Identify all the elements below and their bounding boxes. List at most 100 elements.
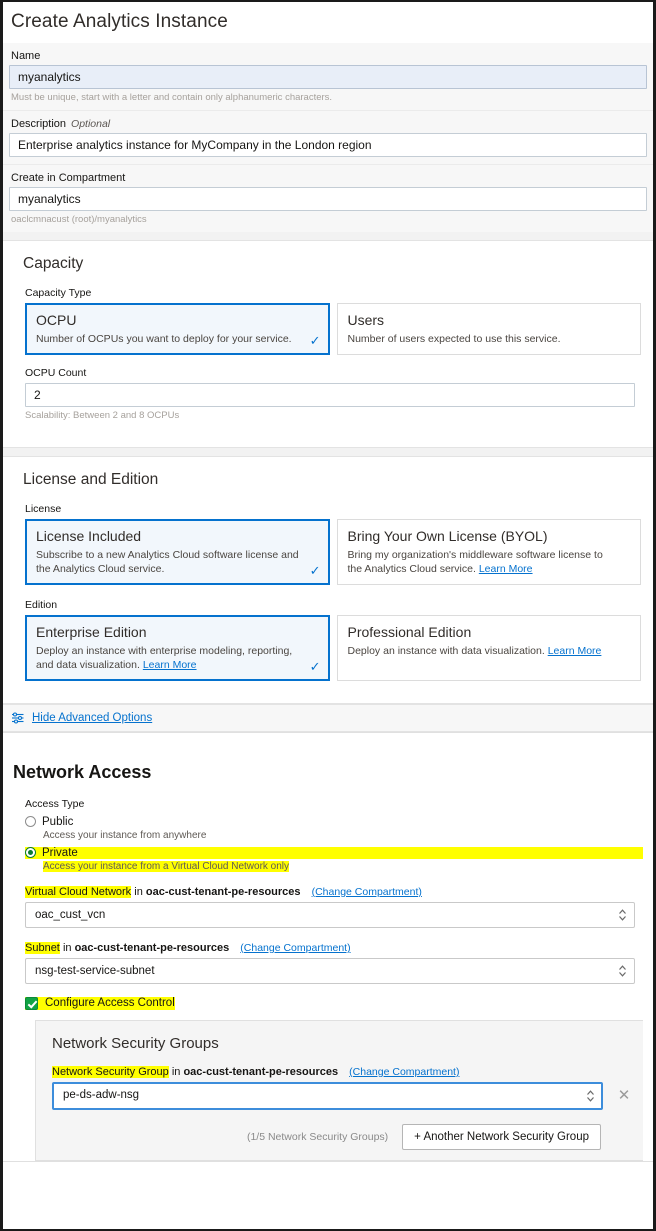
edition-tile-professional-desc: Deploy an instance with data visualizati… <box>348 644 631 658</box>
capacity-tile-ocpu-title: OCPU <box>36 312 77 328</box>
name-input[interactable] <box>9 65 647 89</box>
compartment-input[interactable] <box>9 187 647 211</box>
capacity-type-tiles: OCPU Number of OCPUs you want to deploy … <box>25 303 641 355</box>
license-tile-included[interactable]: License Included Subscribe to a new Anal… <box>25 519 330 585</box>
remove-nsg-icon[interactable]: ✕ <box>615 1087 633 1105</box>
nsg-change-compartment-link[interactable]: (Change Compartment) <box>349 1066 459 1078</box>
add-another-nsg-button[interactable]: + Another Network Security Group <box>402 1123 601 1150</box>
license-tile-included-title: License Included <box>36 528 142 544</box>
edition-tile-professional[interactable]: Professional Edition Deploy an instance … <box>336 615 641 681</box>
description-field-group: Description Optional <box>3 111 653 165</box>
compartment-path-text: oaclcmnacust (root)/myanalytics <box>11 214 147 225</box>
capacity-tile-users-desc: Number of users expected to use this ser… <box>347 333 561 345</box>
radio-private-icon[interactable] <box>25 847 36 859</box>
license-label: License <box>25 503 62 515</box>
capacity-tile-users-title: Users <box>347 312 385 328</box>
name-label: Name <box>11 50 41 62</box>
ocpu-count-help-text: Scalability: Between 2 and 8 OCPUs <box>25 410 180 421</box>
network-access-heading: Network Access <box>13 761 152 782</box>
access-type-private-label: Private <box>42 846 78 859</box>
check-icon: ✓ <box>309 563 321 578</box>
sliders-icon <box>11 712 25 724</box>
edition-tiles: Enterprise Edition Deploy an instance wi… <box>25 615 641 681</box>
network-access-section: Network Access Access Type Public Access… <box>3 732 653 1162</box>
edition-tile-professional-title: Professional Edition <box>347 624 472 640</box>
chevron-updown-icon <box>586 1089 595 1103</box>
configure-access-control-label: Configure Access Control <box>45 997 175 1010</box>
nsg-heading: Network Security Groups <box>52 1034 219 1052</box>
nsg-compartment-line: Network Security Group in oac-cust-tenan… <box>52 1065 633 1078</box>
description-label-text: Description <box>11 118 67 130</box>
nsg-count-text: (1/5 Network Security Groups) <box>246 1130 389 1143</box>
chevron-updown-icon <box>618 964 627 978</box>
ocpu-count-label: OCPU Count <box>25 367 87 379</box>
edition-tile-enterprise-title: Enterprise Edition <box>36 624 147 640</box>
nsg-in-word: in <box>171 1065 181 1078</box>
checkbox-checked-icon[interactable] <box>25 996 38 1010</box>
compartment-label: Create in Compartment <box>11 172 126 184</box>
subnet-label: Subnet <box>25 941 60 954</box>
license-tile-byol-title: Bring Your Own License (BYOL) <box>347 528 548 544</box>
nsg-select-wrapper: pe-ds-adw-nsg <box>52 1081 603 1110</box>
subnet-select-wrapper: nsg-test-service-subnet <box>25 957 635 984</box>
create-analytics-instance-page: Create Analytics Instance Name Must be u… <box>0 0 656 1231</box>
learn-more-link[interactable]: Learn More <box>548 645 602 657</box>
access-type-private-description: Access your instance from a Virtual Clou… <box>43 860 290 872</box>
check-icon: ✓ <box>309 659 321 674</box>
capacity-section: Capacity Capacity Type OCPU Number of OC… <box>3 240 653 448</box>
description-label: Description Optional <box>3 118 653 133</box>
capacity-tile-users[interactable]: Users Number of users expected to use th… <box>336 303 641 355</box>
section-gap-2 <box>3 448 653 456</box>
access-type-private-option[interactable]: Private <box>25 846 643 859</box>
name-field-group: Name Must be unique, start with a letter… <box>3 43 653 111</box>
network-security-groups-panel: Network Security Groups Network Security… <box>35 1019 643 1161</box>
description-optional-tag: Optional <box>71 118 111 130</box>
radio-public-icon[interactable] <box>25 816 36 828</box>
license-tile-byol[interactable]: Bring Your Own License (BYOL) Bring my o… <box>336 519 641 585</box>
license-tiles: License Included Subscribe to a new Anal… <box>25 519 641 585</box>
nsg-footer: (1/5 Network Security Groups) + Another … <box>52 1123 633 1150</box>
subnet-select[interactable]: nsg-test-service-subnet <box>25 957 635 984</box>
page-title: Create Analytics Instance <box>11 11 228 32</box>
description-input[interactable] <box>9 133 647 157</box>
access-type-public-description: Access your instance from anywhere <box>43 829 207 841</box>
nsg-select[interactable]: pe-ds-adw-nsg <box>52 1081 603 1110</box>
access-type-label: Access Type <box>25 797 85 810</box>
subnet-in-word: in <box>62 941 72 954</box>
vcn-compartment-line: Virtual Cloud Network in oac-cust-tenant… <box>25 885 643 898</box>
capacity-tile-ocpu[interactable]: OCPU Number of OCPUs you want to deploy … <box>25 303 330 355</box>
vcn-label: Virtual Cloud Network <box>25 885 132 898</box>
edition-tile-enterprise-desc: Deploy an instance with enterprise model… <box>36 644 319 672</box>
advanced-options-toggle[interactable]: Hide Advanced Options <box>3 704 653 732</box>
subnet-compartment-name: oac-cust-tenant-pe-resources <box>74 941 230 954</box>
license-edition-heading: License and Edition <box>23 471 159 488</box>
configure-access-control-row[interactable]: Configure Access Control <box>25 996 175 1010</box>
nsg-select-row: pe-ds-adw-nsg ✕ <box>52 1081 633 1110</box>
advanced-options-link[interactable]: Hide Advanced Options <box>32 712 152 724</box>
edition-label: Edition <box>25 599 58 611</box>
nsg-compartment-name: oac-cust-tenant-pe-resources <box>183 1065 339 1078</box>
vcn-select-wrapper: oac_cust_vcn <box>25 901 635 928</box>
vcn-select[interactable]: oac_cust_vcn <box>25 901 635 928</box>
license-tile-byol-desc: Bring my organization's middleware softw… <box>348 548 631 576</box>
vcn-compartment-name: oac-cust-tenant-pe-resources <box>145 885 301 898</box>
check-icon: ✓ <box>309 333 321 348</box>
section-gap <box>3 232 653 240</box>
vcn-change-compartment-link[interactable]: (Change Compartment) <box>312 886 422 898</box>
name-help-text: Must be unique, start with a letter and … <box>11 92 333 103</box>
vcn-in-word: in <box>134 885 143 898</box>
subnet-change-compartment-link[interactable]: (Change Compartment) <box>240 942 350 954</box>
license-edition-section: License and Edition License License Incl… <box>3 456 653 704</box>
learn-more-link[interactable]: Learn More <box>143 659 197 671</box>
license-tile-included-desc: Subscribe to a new Analytics Cloud softw… <box>36 549 299 575</box>
nsg-label: Network Security Group <box>52 1065 169 1078</box>
access-type-public-label: Public <box>42 815 74 828</box>
learn-more-link[interactable]: Learn More <box>479 563 533 575</box>
capacity-type-label: Capacity Type <box>25 287 92 299</box>
edition-tile-professional-desc-text: Deploy an instance with data visualizati… <box>347 645 545 657</box>
capacity-heading: Capacity <box>23 255 84 272</box>
capacity-tile-ocpu-desc: Number of OCPUs you want to deploy for y… <box>36 333 292 345</box>
access-type-public-option[interactable]: Public <box>25 816 643 828</box>
ocpu-count-input[interactable] <box>25 383 635 407</box>
edition-tile-enterprise[interactable]: Enterprise Edition Deploy an instance wi… <box>25 615 330 681</box>
